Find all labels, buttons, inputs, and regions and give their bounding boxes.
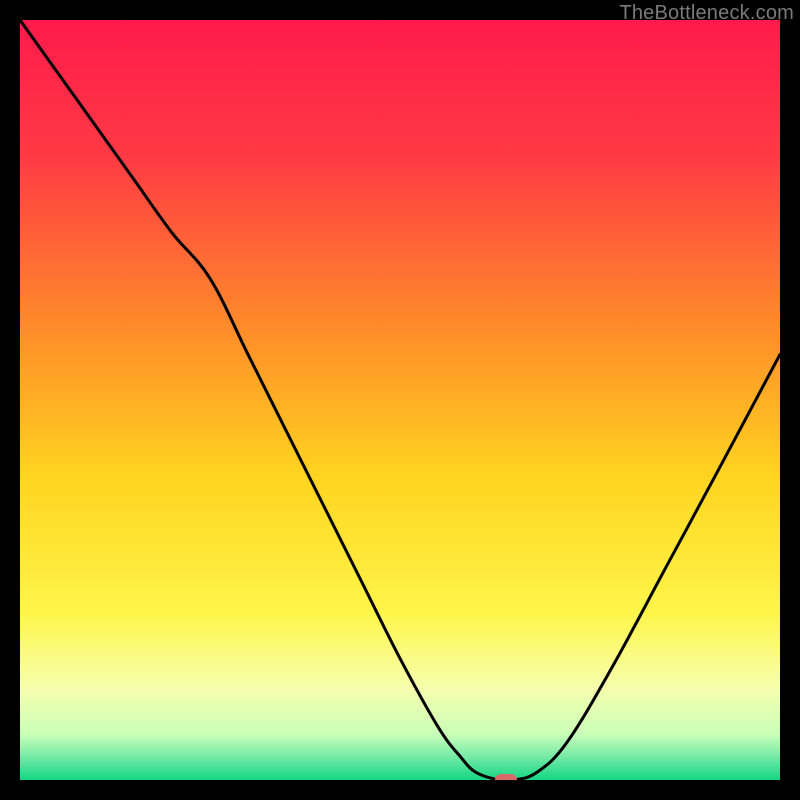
chart-frame: TheBottleneck.com (0, 0, 800, 800)
chart-plot-area (20, 20, 780, 780)
background-gradient (20, 20, 780, 780)
